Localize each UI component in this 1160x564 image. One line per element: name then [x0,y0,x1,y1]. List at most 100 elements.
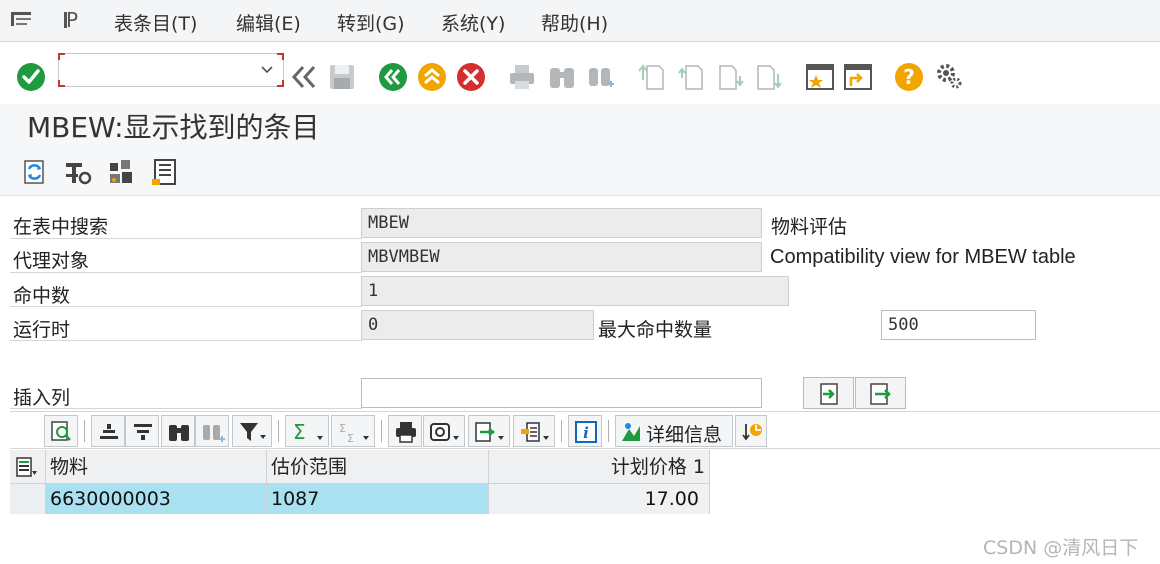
table-cell-planned-price[interactable]: 17.00 [489,484,710,514]
svg-text:Σ: Σ [339,422,346,435]
toolbar-separator [278,420,279,442]
column-header-planned-price[interactable]: 计划价格 1 [489,450,710,484]
svg-text:i: i [583,424,589,442]
sort-ascending-icon [100,424,118,439]
info-icon: i [575,421,597,443]
structure-icon[interactable] [106,157,136,187]
search-table-description: 物料评估 [771,216,848,238]
field-corner [277,80,284,87]
insert-column-button[interactable] [803,377,854,409]
cancel-icon[interactable] [456,62,486,92]
append-column-button[interactable] [855,377,906,409]
field-corner [58,53,65,60]
help-icon[interactable]: ? [894,62,924,92]
menu-icon[interactable] [10,10,32,30]
prev-page-icon[interactable] [676,62,706,92]
application-toolbar [0,148,1160,196]
select-all-cell[interactable] [10,450,46,484]
insert-column-label: 插入列 [13,387,71,409]
column-header-valuation-area[interactable]: 估价范围 [267,450,489,484]
command-field[interactable] [58,53,284,87]
proxy-object-label: 代理对象 [13,250,90,272]
toolbar-separator [608,420,609,442]
sum-button[interactable]: Σ [285,415,329,447]
settings-icon[interactable] [63,157,93,187]
command-input[interactable] [63,57,253,83]
sum-icon: Σ [293,420,323,444]
table-cell-material[interactable]: 6630000003 [46,484,267,514]
document-icon[interactable] [149,157,179,187]
find-next-icon [203,425,225,442]
insert-column-input[interactable] [361,378,762,408]
layout-menu-icon[interactable]: P [64,9,88,31]
sort-ascending-button[interactable] [91,415,125,447]
detail-view-button[interactable] [44,415,78,447]
runtime-field: 0 [361,310,594,340]
subtotal-icon: Σ Σ [339,422,369,444]
menu-system[interactable]: 系统(Y) [441,9,505,36]
last-page-icon[interactable] [754,62,784,92]
row-divider [10,408,362,409]
view-button[interactable] [423,415,465,447]
create-session-icon[interactable] [805,62,835,92]
search-table-field: MBEW [361,208,762,238]
view-icon [430,423,459,441]
row-divider [10,340,362,341]
toolbar-separator [381,420,382,442]
max-hits-label: 最大命中数量 [598,319,713,341]
detail-info-button[interactable]: 详细信息 [615,415,733,447]
find-next-button[interactable] [195,415,229,447]
menu-table-entry[interactable]: 表条目(T) [114,9,197,36]
back-double-icon[interactable] [289,62,319,92]
chevron-down-icon[interactable] [261,66,273,74]
sort-descending-button[interactable] [125,415,159,447]
back-icon[interactable] [378,62,408,92]
hits-field: 1 [361,276,789,306]
export-button[interactable] [468,415,510,447]
first-page-icon[interactable] [637,62,667,92]
customize-icon[interactable] [933,60,963,90]
svg-text:?: ? [903,65,915,89]
find-icon [169,425,189,441]
save-icon[interactable] [327,62,357,92]
filter-button[interactable] [232,415,272,447]
find-button[interactable] [161,415,195,447]
print-button[interactable] [388,415,422,447]
standard-toolbar: ? [0,42,1160,104]
export-icon [475,422,504,442]
menu-edit[interactable]: 编辑(E) [236,9,301,36]
detail-view-icon [51,421,71,441]
max-hits-input[interactable]: 500 [881,310,1036,340]
watermark: CSDN @清风日下 [983,537,1139,559]
hits-label: 命中数 [13,285,71,307]
menu-goto[interactable]: 转到(G) [337,9,405,36]
row-selector[interactable] [10,484,46,514]
find-next-icon[interactable] [586,62,616,92]
table-cell-valuation-area[interactable]: 1087 [267,484,489,514]
alv-toolbar: Σ Σ Σ i 详细信息 [10,411,1160,449]
proxy-object-description: Compatibility view for MBEW table [770,246,1076,268]
detail-info-label: 详细信息 [646,424,723,446]
info-button[interactable]: i [568,415,602,447]
layout-icon [521,422,549,442]
exit-icon[interactable] [417,62,447,92]
shortcut-icon[interactable] [843,62,873,92]
toolbar-separator [561,420,562,442]
abc-analysis-button[interactable] [735,415,767,447]
refresh-icon[interactable] [20,157,50,187]
next-page-icon[interactable] [716,62,746,92]
subtotal-button[interactable]: Σ Σ [331,415,375,447]
enter-icon[interactable] [16,62,46,92]
svg-text:Σ: Σ [293,420,306,444]
svg-text:Σ: Σ [347,432,354,444]
insert-column-icon [820,383,838,405]
menu-help[interactable]: 帮助(H) [541,9,608,36]
append-column-icon [870,383,891,405]
abc-analysis-icon [742,424,762,441]
column-header-material[interactable]: 物料 [46,450,267,484]
find-icon[interactable] [547,62,577,92]
filter-icon [240,423,266,441]
layout-button[interactable] [513,415,555,447]
field-corner [277,53,284,60]
print-icon[interactable] [507,62,537,92]
